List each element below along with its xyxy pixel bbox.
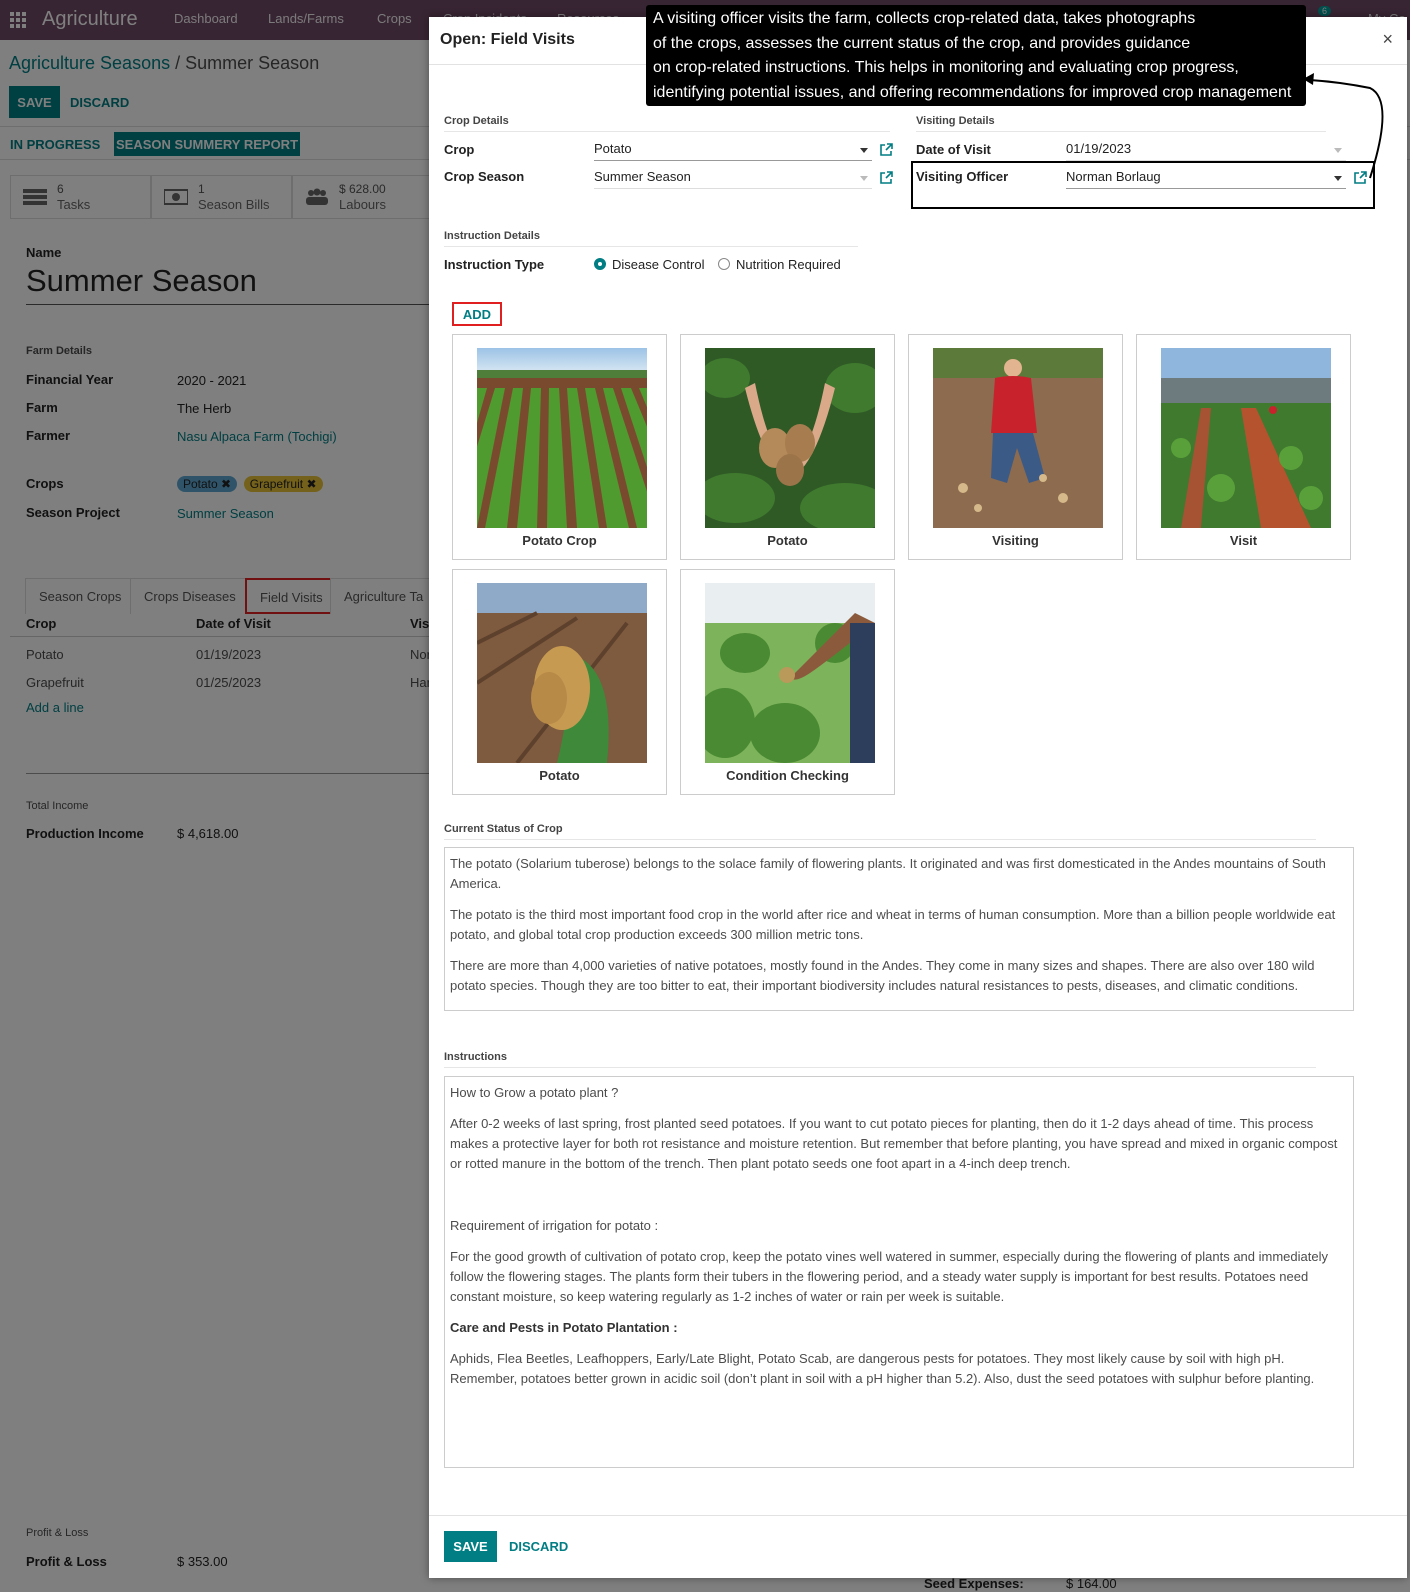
image-caption: Potato — [767, 533, 808, 548]
external-link-icon[interactable] — [880, 143, 893, 156]
visiting-officer-image — [933, 348, 1103, 528]
image-caption: Visit — [1229, 533, 1258, 548]
date-of-visit-label: Date of Visit — [916, 142, 991, 157]
instructions-heading: Care and Pests in Potato Plantation : — [450, 1320, 678, 1335]
instructions-paragraph: How to Grow a potato plant ? — [450, 1085, 619, 1100]
close-icon[interactable]: × — [1382, 29, 1393, 50]
potato-hands-image — [705, 348, 875, 528]
potato-field-image — [477, 348, 647, 528]
date-of-visit-value: 01/19/2023 — [1066, 141, 1132, 156]
tooltip-line: on crop-related instructions. This helps… — [653, 59, 1239, 76]
status-paragraph: The potato (Solarium tuberose) belongs t… — [450, 856, 1326, 891]
visiting-details-title: Visiting Details — [916, 115, 1326, 132]
image-card[interactable]: Potato — [680, 334, 895, 560]
external-link-icon[interactable] — [880, 171, 893, 184]
instructions-paragraph: After 0-2 weeks of last spring, frost pl… — [450, 1116, 1338, 1171]
crop-label: Crop — [444, 142, 475, 157]
instructions-paragraph: Requirement of irrigation for potato : — [450, 1218, 659, 1233]
crop-select[interactable]: Potato — [594, 139, 872, 161]
radio-disease-control-label[interactable]: Disease Control — [612, 257, 705, 272]
visiting-officer-value: Norman Borlaug — [1066, 169, 1161, 184]
image-caption: Visiting — [992, 533, 1039, 548]
radio-nutrition-required-label[interactable]: Nutrition Required — [736, 257, 841, 272]
chevron-down-icon[interactable] — [860, 148, 868, 153]
instructions-paragraph: Aphids, Flea Beetles, Leafhoppers, Early… — [450, 1351, 1315, 1386]
crop-season-select[interactable]: Summer Season — [594, 167, 872, 189]
condition-checking-image — [705, 583, 875, 763]
image-caption: Potato — [539, 768, 580, 783]
crop-season-label: Crop Season — [444, 169, 525, 184]
field-visit-tooltip: A visiting officer visits the farm, coll… — [646, 5, 1306, 106]
tooltip-line: identifying potential issues, and offeri… — [653, 83, 1292, 101]
modal-title: Open: Field Visits — [440, 31, 575, 48]
visiting-officer-label: Visiting Officer — [916, 169, 1009, 184]
instructions-title: Instructions — [444, 1051, 1316, 1068]
image-card[interactable]: Visiting — [908, 334, 1123, 560]
crop-value: Potato — [594, 141, 632, 156]
crop-details-title: Crop Details — [444, 115, 890, 132]
field-visit-dialog: Open: Field Visits × Crop Details Crop P… — [429, 17, 1407, 1578]
add-image-button[interactable]: ADD — [452, 302, 502, 326]
image-card[interactable]: Potato Crop — [452, 334, 667, 560]
modal-discard-button[interactable]: DISCARD — [509, 1531, 568, 1562]
status-paragraph: The potato is the third most important f… — [450, 907, 1336, 942]
instructions-paragraph: For the good growth of cultivation of po… — [450, 1249, 1328, 1304]
instruction-details-title: Instruction Details — [444, 230, 858, 247]
crop-season-value: Summer Season — [594, 169, 691, 184]
instruction-type-label: Instruction Type — [444, 257, 545, 272]
visit-field-image — [1161, 348, 1331, 528]
instructions-editor[interactable]: How to Grow a potato plant ? After 0-2 w… — [444, 1076, 1354, 1468]
current-status-title: Current Status of Crop — [444, 823, 1316, 840]
image-card[interactable]: Potato — [452, 569, 667, 795]
image-card[interactable]: Visit — [1136, 334, 1351, 560]
tooltip-line: A visiting officer visits the farm, coll… — [653, 10, 1196, 27]
current-status-editor[interactable]: The potato (Solarium tuberose) belongs t… — [444, 847, 1354, 1011]
tooltip-line: of the crops, assesses the current statu… — [653, 34, 1191, 52]
modal-footer-divider — [429, 1515, 1407, 1516]
image-card[interactable]: Condition Checking — [680, 569, 895, 795]
potato-glove-image — [477, 583, 647, 763]
image-caption: Condition Checking — [726, 768, 849, 783]
radio-disease-control[interactable] — [594, 258, 606, 270]
status-paragraph: There are more than 4,000 varieties of n… — [450, 958, 1315, 993]
modal-save-button[interactable]: SAVE — [444, 1531, 497, 1562]
radio-nutrition-required[interactable] — [718, 258, 730, 270]
chevron-down-icon[interactable] — [860, 176, 868, 181]
image-caption: Potato Crop — [522, 533, 597, 548]
annotation-arrow-icon — [1303, 73, 1384, 179]
